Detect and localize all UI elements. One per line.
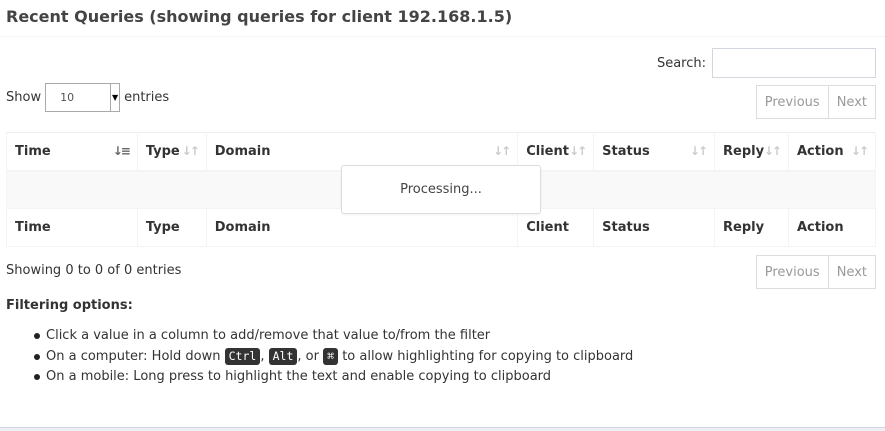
pagination-bottom: Previous Next (755, 255, 876, 289)
footer-domain: Domain (205, 208, 519, 247)
length-suffix: entries (124, 90, 170, 105)
sort-both-icon: ↓↑ (763, 144, 782, 158)
next-button[interactable]: Next (828, 85, 876, 119)
sort-both-icon: ↓↑ (569, 144, 587, 158)
list-item: Click a value in a column to add/remove … (33, 327, 633, 348)
sort-amount-desc-icon: ↓≡ (112, 144, 131, 158)
ctrl-key: Ctrl (224, 347, 261, 365)
filtering-list: Click a value in a column to add/remove … (33, 327, 633, 389)
search-control: Search: (657, 48, 876, 78)
length-prefix: Show (6, 90, 42, 105)
recent-queries-box: Recent Queries (showing queries for clie… (0, 0, 885, 428)
box-header: Recent Queries (showing queries for clie… (0, 0, 885, 37)
entries-length-control: Show 10 ▼ entries (6, 83, 169, 112)
footer-client: Client (517, 208, 595, 247)
next-button[interactable]: Next (828, 255, 876, 289)
footer-reply: Reply (714, 208, 789, 247)
search-input[interactable] (712, 48, 876, 78)
previous-button[interactable]: Previous (755, 85, 829, 119)
footer-time: Time (6, 208, 138, 247)
column-header-type[interactable]: Type ↓↑ (136, 132, 207, 172)
footer-status: Status (593, 208, 716, 247)
sort-both-icon: ↓↑ (493, 144, 511, 158)
command-key-icon: ⌘ (323, 347, 339, 365)
previous-button[interactable]: Previous (755, 255, 829, 289)
column-header-time[interactable]: Time ↓≡ (6, 132, 138, 172)
entries-select[interactable]: 10 ▼ (45, 83, 121, 112)
table-info: Showing 0 to 0 of 0 entries (6, 263, 182, 278)
filtering-title: Filtering options: (6, 298, 133, 313)
list-item: On a computer: Hold down Ctrl, Alt, or ⌘… (33, 347, 633, 369)
table-footer-row: Time Type Domain Client Status Reply Act… (6, 208, 877, 247)
pagination-top: Previous Next (755, 85, 876, 119)
footer-action: Action (787, 208, 877, 247)
column-header-reply[interactable]: Reply ↓↑ (714, 132, 789, 172)
column-header-action[interactable]: Action ↓↑ (787, 132, 877, 172)
page-title: Recent Queries (showing queries for clie… (6, 7, 513, 26)
sort-both-icon: ↓↑ (850, 144, 869, 158)
search-label: Search: (656, 55, 706, 71)
entries-select-value: 10 (60, 91, 75, 104)
column-header-status[interactable]: Status ↓↑ (593, 132, 716, 172)
list-item: On a mobile: Long press to highlight the… (33, 368, 633, 389)
alt-key: Alt (268, 347, 298, 365)
footer-type: Type (136, 208, 207, 247)
processing-indicator: Processing... (341, 165, 541, 214)
sort-both-icon: ↓↑ (689, 144, 708, 158)
sort-both-icon: ↓↑ (181, 144, 200, 158)
chevron-down-icon: ▼ (110, 84, 119, 111)
